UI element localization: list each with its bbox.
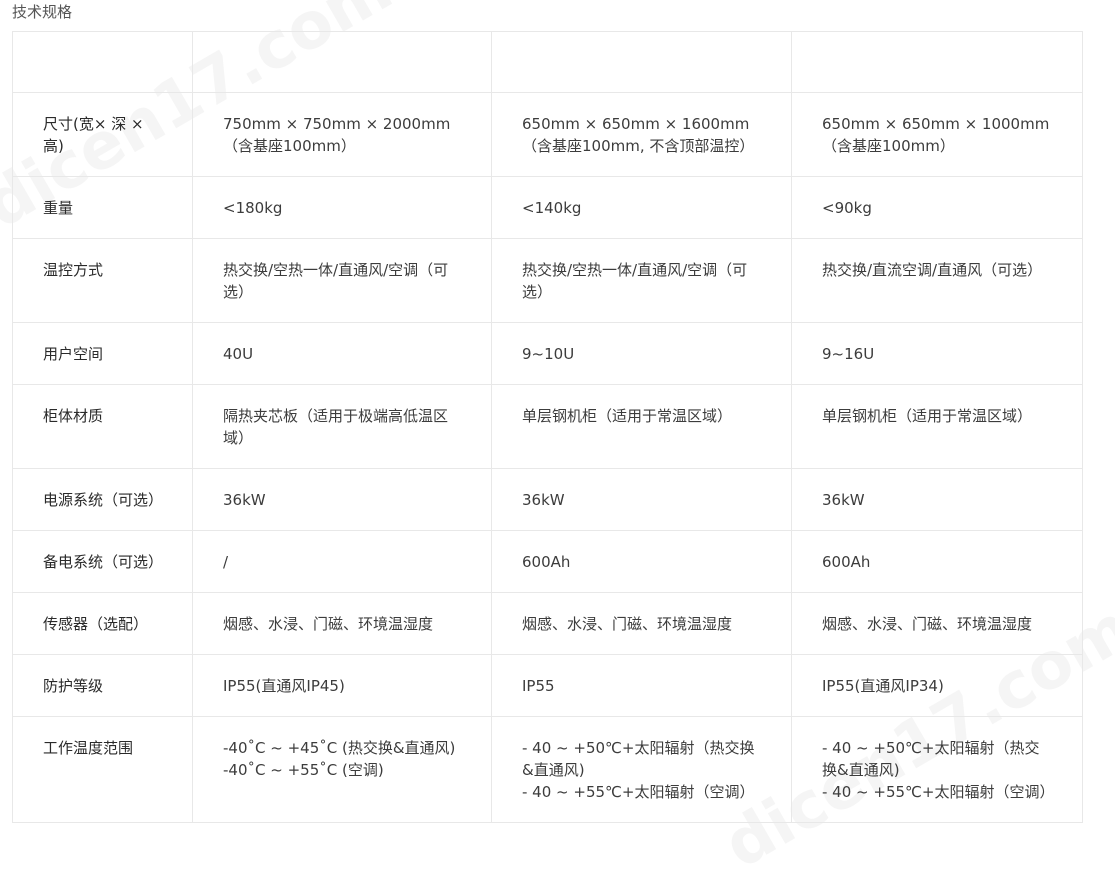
spec-value: 热交换/空热一体/直通风/空调（可选） bbox=[223, 261, 449, 301]
spec-value: 隔热夹芯板（适用于极端高低温区域） bbox=[223, 407, 449, 447]
spec-value: 9~16U bbox=[822, 345, 875, 363]
spec-value-cell: 750mm × 750mm × 2000mm（含基座100mm） bbox=[192, 92, 492, 177]
spec-value-cell: -40˚C ~ +45˚C (热交换&直通风) -40˚C ~ +55˚C (空调… bbox=[192, 716, 492, 823]
spec-value: 热交换/直流空调/直通风（可选） bbox=[822, 261, 1043, 279]
spec-value: 单层钢机柜（适用于常温区域） bbox=[522, 407, 733, 425]
spec-value-cell: <140kg bbox=[491, 176, 792, 239]
spec-value: <180kg bbox=[223, 199, 283, 217]
row-label: 温控方式 bbox=[12, 238, 193, 323]
spec-value-cell: IP55(直通风IP45) bbox=[192, 654, 492, 717]
spec-value-cell: IP55 bbox=[491, 654, 792, 717]
spec-value-cell: 650mm × 650mm × 1600mm（含基座100mm, 不含顶部温控） bbox=[491, 92, 792, 177]
spec-value-cell: - 40 ~ +50℃+太阳辐射（热交换&直通风) - 40 ~ +55℃+太阳… bbox=[491, 716, 792, 823]
spec-value: 烟感、水浸、门磁、环境温湿度 bbox=[822, 615, 1033, 633]
spec-value: 热交换/空热一体/直通风/空调（可选） bbox=[522, 261, 748, 301]
table-row: 防护等级 IP55(直通风IP45) IP55 IP55(直通风IP34) bbox=[12, 654, 1083, 717]
spec-value-cell: 烟感、水浸、门磁、环境温湿度 bbox=[192, 592, 492, 655]
spec-value-cell: 烟感、水浸、门磁、环境温湿度 bbox=[791, 592, 1083, 655]
spec-value: 9~10U bbox=[522, 345, 575, 363]
spec-value: 36kW bbox=[522, 491, 565, 509]
spec-value: - 40 ~ +50℃+太阳辐射（热交换&直通风) bbox=[822, 739, 1040, 779]
spec-value-cell: 热交换/直流空调/直通风（可选） bbox=[791, 238, 1083, 323]
spec-value-cell: 600Ah bbox=[491, 530, 792, 593]
row-label: 防护等级 bbox=[12, 654, 193, 717]
table-row: 备电系统（可选） / 600Ah 600Ah bbox=[12, 530, 1083, 593]
table-row: 传感器（选配） 烟感、水浸、门磁、环境温湿度 烟感、水浸、门磁、环境温湿度 烟感、水浸… bbox=[12, 592, 1083, 655]
row-label: 工作温度范围 bbox=[12, 716, 193, 823]
spec-value: 烟感、水浸、门磁、环境温湿度 bbox=[223, 615, 434, 633]
spec-value: IP55 bbox=[522, 677, 555, 695]
spec-value-cell: 9~16U bbox=[791, 322, 1083, 385]
header-cell bbox=[791, 31, 1083, 93]
spec-value-cell: IP55(直通风IP34) bbox=[791, 654, 1083, 717]
spec-value-cell: 600Ah bbox=[791, 530, 1083, 593]
header-cell bbox=[491, 31, 792, 93]
row-label: 电源系统（可选） bbox=[12, 468, 193, 531]
spec-value: 650mm × 650mm × 1000mm（含基座100mm） bbox=[822, 115, 1050, 155]
spec-value-cell: 36kW bbox=[791, 468, 1083, 531]
table-row: 尺寸(宽× 深 ×高) 750mm × 750mm × 2000mm（含基座100… bbox=[12, 92, 1083, 177]
header-cell bbox=[192, 31, 492, 93]
table-row: 柜体材质 隔热夹芯板（适用于极端高低温区域） 单层钢机柜（适用于常温区域） 单层钢机柜… bbox=[12, 384, 1083, 469]
spec-value-cell: 650mm × 650mm × 1000mm（含基座100mm） bbox=[791, 92, 1083, 177]
table-row: 电源系统（可选） 36kW 36kW 36kW bbox=[12, 468, 1083, 531]
row-label: 尺寸(宽× 深 ×高) bbox=[12, 92, 193, 177]
table-row: 工作温度范围 -40˚C ~ +45˚C (热交换&直通风) -40˚C ~ +55… bbox=[12, 716, 1083, 823]
spec-value: 烟感、水浸、门磁、环境温湿度 bbox=[522, 615, 733, 633]
spec-value-cell: 热交换/空热一体/直通风/空调（可选） bbox=[192, 238, 492, 323]
page-title: 技术规格 bbox=[12, 3, 73, 21]
spec-value: IP55(直通风IP34) bbox=[822, 677, 944, 695]
row-label: 柜体材质 bbox=[12, 384, 193, 469]
spec-value: IP55(直通风IP45) bbox=[223, 677, 345, 695]
spec-value: - 40 ~ +55℃+太阳辐射（空调） bbox=[522, 783, 755, 801]
spec-value: <140kg bbox=[522, 199, 582, 217]
row-label: 传感器（选配） bbox=[12, 592, 193, 655]
spec-value: 650mm × 650mm × 1600mm（含基座100mm, 不含顶部温控） bbox=[522, 115, 755, 155]
spec-value-cell: 热交换/空热一体/直通风/空调（可选） bbox=[491, 238, 792, 323]
spec-value-cell: <180kg bbox=[192, 176, 492, 239]
table-row: 用户空间 40U 9~10U 9~16U bbox=[12, 322, 1083, 385]
spec-value-cell: / bbox=[192, 530, 492, 593]
spec-value-cell: 烟感、水浸、门磁、环境温湿度 bbox=[491, 592, 792, 655]
spec-value: -40˚C ~ +55˚C (空调) bbox=[223, 761, 384, 779]
spec-value-cell: 隔热夹芯板（适用于极端高低温区域） bbox=[192, 384, 492, 469]
spec-value-cell: 9~10U bbox=[491, 322, 792, 385]
spec-value: / bbox=[223, 553, 229, 571]
row-label: 重量 bbox=[12, 176, 193, 239]
spec-value: 600Ah bbox=[522, 553, 571, 571]
spec-value: 750mm × 750mm × 2000mm（含基座100mm） bbox=[223, 115, 451, 155]
spec-value-cell: 36kW bbox=[192, 468, 492, 531]
spec-value-cell: - 40 ~ +50℃+太阳辐射（热交换&直通风) - 40 ~ +55℃+太阳… bbox=[791, 716, 1083, 823]
spec-value: - 40 ~ +50℃+太阳辐射（热交换&直通风) bbox=[522, 739, 755, 779]
spec-value: 40U bbox=[223, 345, 254, 363]
spec-value: 36kW bbox=[822, 491, 865, 509]
spec-table: 尺寸(宽× 深 ×高) 750mm × 750mm × 2000mm（含基座100… bbox=[12, 31, 1083, 823]
spec-value: -40˚C ~ +45˚C (热交换&直通风) bbox=[223, 739, 456, 757]
header-cell bbox=[12, 31, 193, 93]
table-header-row bbox=[12, 31, 1083, 93]
spec-value: 36kW bbox=[223, 491, 266, 509]
spec-value-cell: 40U bbox=[192, 322, 492, 385]
table-row: 温控方式 热交换/空热一体/直通风/空调（可选） 热交换/空热一体/直通风/空调（可… bbox=[12, 238, 1083, 323]
spec-value-cell: 单层钢机柜（适用于常温区域） bbox=[791, 384, 1083, 469]
spec-value: 600Ah bbox=[822, 553, 871, 571]
spec-value-cell: 36kW bbox=[491, 468, 792, 531]
spec-table-body: 尺寸(宽× 深 ×高) 750mm × 750mm × 2000mm（含基座100… bbox=[12, 31, 1083, 823]
row-label: 用户空间 bbox=[12, 322, 193, 385]
spec-value: <90kg bbox=[822, 199, 872, 217]
spec-value: 单层钢机柜（适用于常温区域） bbox=[822, 407, 1033, 425]
spec-value: - 40 ~ +55℃+太阳辐射（空调） bbox=[822, 783, 1055, 801]
spec-value-cell: <90kg bbox=[791, 176, 1083, 239]
table-row: 重量 <180kg <140kg <90kg bbox=[12, 176, 1083, 239]
row-label: 备电系统（可选） bbox=[12, 530, 193, 593]
spec-value-cell: 单层钢机柜（适用于常温区域） bbox=[491, 384, 792, 469]
